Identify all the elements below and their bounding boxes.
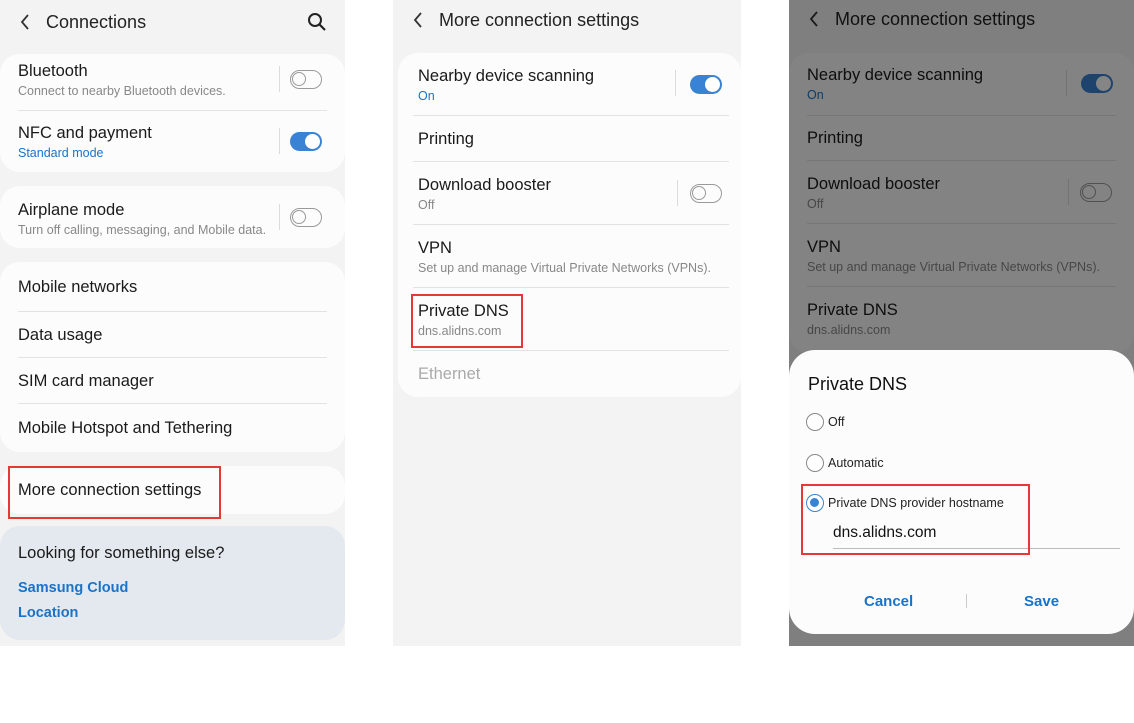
- separator: [279, 66, 280, 92]
- mobile-networks-row[interactable]: Mobile networks: [18, 278, 327, 297]
- page-title: Connections: [46, 11, 147, 32]
- vpn-label: VPN: [418, 239, 452, 257]
- highlight-box: [8, 466, 221, 519]
- page-title: More connection settings: [439, 9, 640, 30]
- nfc-sub: Standard mode: [18, 146, 104, 160]
- hotspot-row[interactable]: Mobile Hotspot and Tethering: [18, 419, 327, 438]
- back-icon[interactable]: [409, 11, 427, 29]
- data-usage-label: Data usage: [18, 326, 103, 344]
- app-bar: More connection settings: [393, 0, 741, 40]
- bluetooth-label: Bluetooth: [18, 62, 88, 80]
- separator: [677, 180, 678, 206]
- sim-manager-label: SIM card manager: [18, 372, 154, 390]
- looking-title: Looking for something else?: [18, 544, 225, 562]
- nearby-sub: On: [418, 89, 435, 103]
- nfc-row[interactable]: NFC and payment Standard mode: [18, 124, 327, 160]
- airplane-label: Airplane mode: [18, 201, 125, 219]
- nfc-toggle[interactable]: [290, 132, 322, 151]
- button-separator: [966, 594, 967, 608]
- looking-title-row: Looking for something else?: [18, 544, 327, 563]
- radio-off[interactable]: [806, 413, 824, 431]
- private-dns-dialog-screen: More connection settings Nearby device s…: [789, 0, 1134, 646]
- divider: [413, 224, 729, 225]
- nearby-toggle[interactable]: [690, 75, 722, 94]
- network-card: Mobile networks Data usage SIM card mana…: [0, 262, 345, 452]
- more-connection-settings-screen: More connection settings Nearby device s…: [393, 0, 741, 646]
- hotspot-label: Mobile Hotspot and Tethering: [18, 419, 233, 437]
- bluetooth-toggle[interactable]: [290, 70, 322, 89]
- app-bar: Connections: [0, 0, 345, 44]
- option-automatic-label[interactable]: Automatic: [828, 456, 884, 470]
- back-icon[interactable]: [16, 13, 34, 31]
- save-button[interactable]: Save: [1024, 593, 1059, 610]
- location-link[interactable]: Location: [18, 605, 78, 621]
- vpn-sub: Set up and manage Virtual Private Networ…: [418, 261, 711, 275]
- cancel-button[interactable]: Cancel: [864, 593, 913, 610]
- private-dns-dialog: Private DNS Off Automatic Private DNS pr…: [789, 350, 1134, 634]
- bluetooth-sub: Connect to nearby Bluetooth devices.: [18, 84, 226, 98]
- mobile-networks-label: Mobile networks: [18, 278, 138, 296]
- sim-manager-row[interactable]: SIM card manager: [18, 372, 327, 391]
- airplane-row[interactable]: Airplane mode Turn off calling, messagin…: [18, 201, 327, 237]
- highlight-box: [411, 294, 523, 348]
- ethernet-label: Ethernet: [418, 365, 481, 383]
- divider: [413, 350, 729, 351]
- bluetooth-nfc-card: Bluetooth Connect to nearby Bluetooth de…: [0, 54, 345, 172]
- airplane-toggle[interactable]: [290, 208, 322, 227]
- samsung-cloud-link[interactable]: Samsung Cloud: [18, 580, 128, 596]
- ethernet-row: Ethernet: [418, 365, 723, 384]
- divider: [18, 403, 327, 404]
- connections-screen: Connections Bluetooth Connect to nearby …: [0, 0, 345, 646]
- divider: [18, 311, 327, 312]
- radio-automatic[interactable]: [806, 454, 824, 472]
- option-off-label[interactable]: Off: [828, 415, 844, 429]
- bluetooth-row[interactable]: Bluetooth Connect to nearby Bluetooth de…: [18, 62, 327, 98]
- divider: [413, 161, 729, 162]
- nearby-scanning-row[interactable]: Nearby device scanning On: [418, 67, 723, 103]
- highlight-box: [801, 484, 1030, 555]
- divider: [413, 115, 729, 116]
- divider: [413, 287, 729, 288]
- separator: [279, 204, 280, 230]
- data-usage-row[interactable]: Data usage: [18, 326, 327, 345]
- printing-row[interactable]: Printing: [418, 130, 723, 149]
- nearby-label: Nearby device scanning: [418, 67, 595, 85]
- airplane-card: Airplane mode Turn off calling, messagin…: [0, 186, 345, 248]
- divider: [18, 110, 327, 111]
- vpn-row[interactable]: VPN Set up and manage Virtual Private Ne…: [418, 239, 723, 275]
- dialog-title: Private DNS: [808, 374, 908, 394]
- search-icon[interactable]: [307, 12, 327, 32]
- download-booster-toggle[interactable]: [690, 184, 722, 203]
- printing-label: Printing: [418, 130, 474, 148]
- airplane-sub: Turn off calling, messaging, and Mobile …: [18, 223, 267, 237]
- separator: [675, 70, 676, 96]
- separator: [279, 128, 280, 154]
- nfc-label: NFC and payment: [18, 124, 152, 142]
- divider: [18, 357, 327, 358]
- looking-card: Looking for something else? Samsung Clou…: [0, 526, 345, 640]
